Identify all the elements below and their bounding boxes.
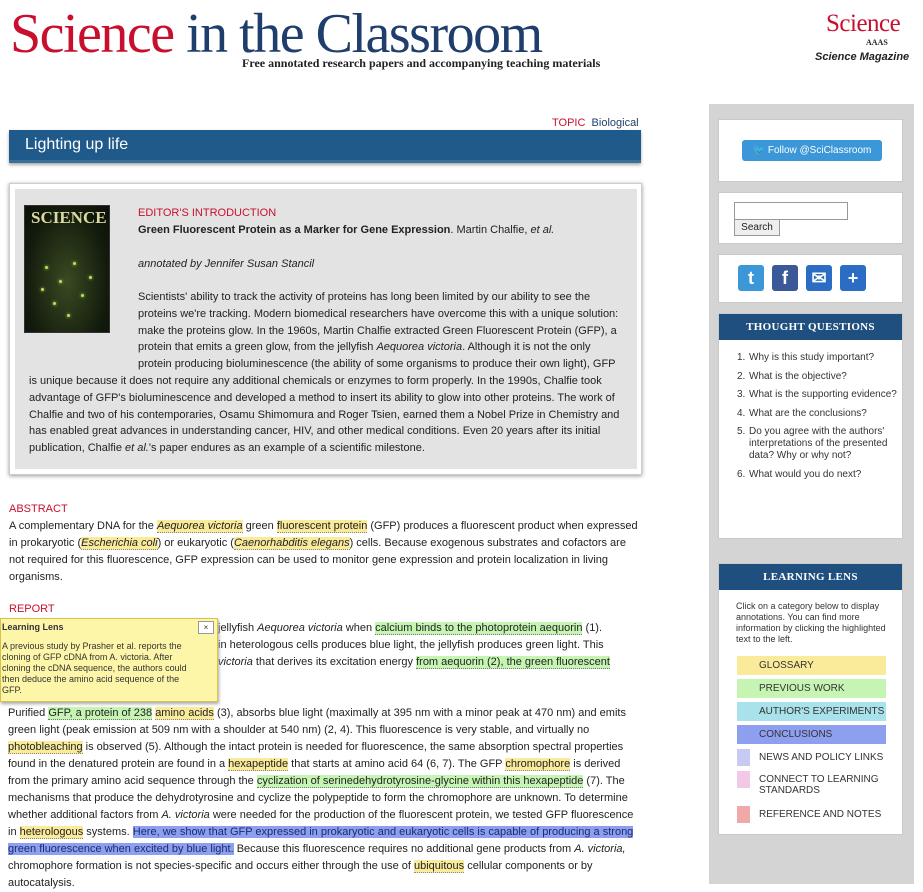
topic-label: TOPIC	[552, 117, 586, 129]
search-card: Search	[718, 192, 903, 244]
thought-questions-card: THOUGHT QUESTIONS 1. Why is this study im…	[718, 313, 903, 539]
follow-twitter-button[interactable]: 🐦 Follow @SciClassroom	[742, 140, 882, 161]
lens-color-swatch[interactable]	[737, 771, 750, 788]
thought-question: 3. What is the supporting evidence?	[737, 389, 897, 400]
twitter-bird-icon: 🐦	[752, 145, 768, 156]
glossary-term[interactable]: photobleaching	[8, 741, 83, 754]
thought-question: 1. Why is this study important?	[737, 352, 875, 363]
cover-title: SCIENCE	[31, 208, 107, 227]
aaas-logo-text: AAAS	[866, 38, 888, 47]
paper-authors: . Martin Chalfie,	[450, 224, 531, 236]
learning-lens-heading: LEARNING LENS	[719, 564, 902, 590]
page-title: Lighting up life	[25, 136, 129, 153]
glossary-term[interactable]: heterologous	[19, 826, 84, 839]
follow-card: 🐦 Follow @SciClassroom	[718, 119, 903, 182]
paper-authors-etal: et al.	[530, 224, 555, 236]
thought-questions-heading: THOUGHT QUESTIONS	[719, 314, 902, 340]
glossary-term[interactable]: hexapeptide	[228, 758, 289, 771]
lens-category-glossary[interactable]: GLOSSARY	[737, 656, 886, 675]
more-share-icon[interactable]: +	[840, 265, 866, 291]
twitter-share-icon[interactable]: t	[738, 265, 764, 291]
learning-lens-card: LEARNING LENS Click on a category below …	[718, 563, 903, 835]
glossary-term[interactable]: amino acids	[155, 707, 214, 720]
abstract-heading: ABSTRACT	[9, 503, 68, 515]
thought-question: 5. Do you agree with the authors' interpr…	[737, 426, 888, 461]
previous-work-annotation[interactable]: calcium binds to the photoprotein aequor…	[375, 622, 583, 635]
follow-label: Follow @SciClassroom	[767, 145, 872, 156]
editors-intro-label: EDITOR'S INTRODUCTION	[138, 207, 277, 219]
annotated-by: annotated by Jennifer Susan Stancil	[138, 258, 315, 270]
paper-citation: Green Fluorescent Protein as a Marker fo…	[138, 224, 554, 236]
topic-value-link[interactable]: Biological	[592, 117, 639, 129]
email-share-icon[interactable]: ✉	[806, 265, 832, 291]
report-paragraph-1: jellyfish Aequorea victoria when calcium…	[218, 622, 610, 669]
paper-title: Green Fluorescent Protein as a Marker fo…	[138, 224, 451, 236]
abstract-text: A complementary DNA for the Aequorea vic…	[9, 520, 638, 583]
tooltip-text: A previous study by Prasher et al. repor…	[2, 641, 187, 695]
sidebar: 🐦 Follow @SciClassroom Search t f ✉ + THOUG…	[709, 104, 914, 884]
share-card: t f ✉ +	[718, 254, 903, 303]
lens-color-swatch[interactable]	[737, 806, 750, 823]
facebook-share-icon[interactable]: f	[772, 265, 798, 291]
glossary-term[interactable]: fluorescent protein	[276, 520, 368, 533]
thought-question: 6. What would you do next?	[737, 468, 862, 480]
lens-category-connect-to-learning-standards[interactable]: CONNECT TO LEARNING STANDARDS	[759, 774, 889, 796]
page-title-bar: Lighting up life	[9, 130, 641, 163]
glossary-term[interactable]: ubiquitous	[414, 860, 465, 873]
learning-lens-intro: Click on a category below to display ann…	[736, 601, 886, 644]
logo-science: Science	[10, 3, 175, 65]
lens-category-news-and-policy-links[interactable]: NEWS AND POLICY LINKS	[759, 752, 899, 763]
glossary-term[interactable]: Caenorhabditis elegans	[233, 537, 350, 550]
science-logo[interactable]: Science	[826, 10, 901, 38]
thought-question: 2. What is the objective?	[737, 370, 847, 382]
previous-work-annotation[interactable]: from aequorin (2), the green fluorescent	[416, 656, 610, 669]
search-button[interactable]: Search	[734, 219, 780, 236]
previous-work-annotation[interactable]: GFP, a protein of 238	[48, 707, 153, 720]
site-tagline: Free annotated research papers and accom…	[242, 56, 601, 70]
glossary-term[interactable]: Aequorea victoria	[156, 520, 243, 533]
science-magazine-link[interactable]: Science Magazine	[815, 51, 909, 63]
lens-category-author-s-experiments[interactable]: AUTHOR'S EXPERIMENTS	[737, 702, 886, 721]
lens-color-swatch[interactable]	[737, 749, 750, 766]
lens-category-conclusions[interactable]: CONCLUSIONS	[737, 725, 886, 744]
thought-questions-list: 1. Why is this study important? 2. What is …	[737, 352, 897, 487]
report-heading: REPORT	[9, 603, 55, 615]
thought-question: 4. What are the conclusions?	[737, 407, 867, 419]
lens-category-previous-work[interactable]: PREVIOUS WORK	[737, 679, 886, 698]
editors-intro-body: Scientists' ability to track the activit…	[29, 291, 620, 455]
tooltip-close-button[interactable]: ×	[198, 621, 214, 634]
report-paragraph-2: Purified GFP, a protein of 238 amino aci…	[8, 707, 634, 889]
tooltip-title: Learning Lens	[2, 622, 64, 632]
glossary-term[interactable]: chromophore	[505, 758, 571, 771]
lens-category-reference-and-notes[interactable]: REFERENCE AND NOTES	[759, 809, 899, 820]
topic-line: TOPIC Biological	[552, 117, 639, 129]
glossary-term[interactable]: Escherichia coli	[81, 537, 158, 550]
previous-work-annotation[interactable]: cyclization of serinedehydrotyrosine-gly…	[256, 775, 584, 788]
search-input[interactable]	[734, 202, 848, 220]
learning-lens-tooltip: Learning Lens × A previous study by Pras…	[0, 618, 218, 702]
